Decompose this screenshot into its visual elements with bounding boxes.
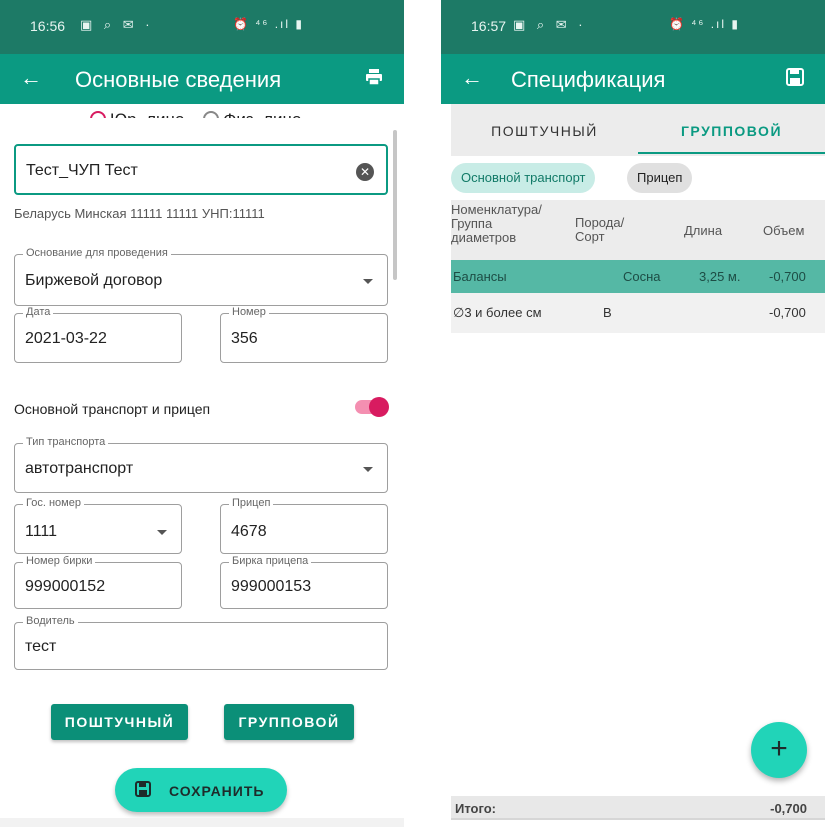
save-icon[interactable]	[785, 67, 805, 87]
save-icon	[135, 781, 151, 797]
header-nomenclature: Номенклатура/ Группа диаметров	[451, 203, 542, 245]
row-volume: -0,700	[769, 269, 806, 284]
date-field[interactable]: Дата 2021-03-22	[14, 306, 182, 363]
trailer-tag-value: 999000153	[231, 578, 312, 595]
right-screen: 16:57 ▣ ⌕ ✉ · ⏰ ⁴⁶ .ıl ▮ ← Спецификация …	[441, 0, 825, 827]
clear-icon[interactable]: ✕	[356, 163, 374, 181]
trailer-tag-field[interactable]: Бирка прицепа 999000153	[220, 555, 388, 609]
piece-button[interactable]: ПОШТУЧНЫЙ	[51, 704, 188, 740]
basis-value: Биржевой договор	[25, 272, 163, 289]
header-length: Длина	[684, 223, 723, 238]
left-screen: 16:56 ▣ ⌕ ✉ · ⏰ ⁴⁶ .ıl ▮ ← Основные свед…	[0, 0, 404, 827]
gov-number-dropdown[interactable]: Гос. номер 1111	[14, 497, 182, 554]
header-volume: Объем	[763, 223, 805, 238]
header-species-line2: Сорт	[575, 229, 605, 244]
entity-type-radio-group: Юр. лицо Физ. лицо	[90, 104, 301, 118]
status-time: 16:57	[471, 18, 507, 34]
driver-value: тест	[25, 638, 57, 655]
tab-indicator	[638, 152, 825, 154]
gov-number-label: Гос. номер	[23, 497, 84, 509]
status-system-icons: ⏰ ⁴⁶ .ıl ▮	[669, 17, 740, 31]
number-field[interactable]: Номер 356	[220, 306, 388, 363]
total-value: -0,700	[770, 801, 807, 816]
driver-label: Водитель	[23, 615, 78, 627]
header-nomenclature-line2: Группа	[451, 216, 493, 231]
trailer-tag-label: Бирка прицепа	[229, 555, 312, 567]
add-icon[interactable]: +	[751, 722, 807, 778]
page-title: Спецификация	[511, 67, 666, 92]
date-label: Дата	[23, 306, 54, 318]
total-bar: Итого: -0,700	[451, 796, 825, 818]
status-notification-icons: ▣ ⌕ ✉ ·	[513, 17, 587, 32]
status-bar: 16:56 ▣ ⌕ ✉ · ⏰ ⁴⁶ .ıl ▮	[0, 0, 404, 54]
chip-trailer[interactable]: Прицеп	[627, 163, 693, 193]
sender-value: Тест_ЧУП Тест	[26, 162, 138, 179]
chevron-down-icon	[363, 467, 373, 472]
status-system-icons: ⏰ ⁴⁶ .ıl ▮	[233, 17, 304, 31]
date-value: 2021-03-22	[25, 330, 107, 347]
table-row[interactable]: ∅3 и более см В -0,700	[451, 293, 825, 333]
row-name: Балансы	[453, 269, 507, 284]
transport-type-dropdown[interactable]: Тип транспорта автотранспорт	[14, 436, 388, 493]
status-time: 16:56	[30, 18, 66, 34]
radio-legal-label: Юр. лицо	[110, 110, 185, 118]
status-notification-icons: ▣ ⌕ ✉ ·	[80, 17, 154, 32]
chevron-down-icon	[363, 279, 373, 284]
radio-legal-entity[interactable]	[90, 111, 106, 118]
scrollbar[interactable]	[393, 130, 397, 280]
trailer-field[interactable]: Прицеп 4678	[220, 497, 388, 554]
transport-toggle[interactable]	[355, 397, 389, 417]
trailer-label: Прицеп	[229, 497, 274, 509]
basis-dropdown[interactable]: Основание для проведения Биржевой догово…	[14, 247, 388, 306]
header-nomenclature-line1: Номенклатура/	[451, 202, 542, 217]
row-volume: -0,700	[769, 305, 806, 320]
tab-group[interactable]: ГРУППОВОЙ	[638, 104, 825, 156]
app-bar: ← Основные сведения	[0, 54, 404, 104]
basis-label: Основание для проведения	[23, 247, 171, 259]
back-arrow-icon[interactable]: ←	[20, 65, 42, 91]
group-button[interactable]: ГРУППОВОЙ	[224, 704, 354, 740]
driver-field[interactable]: Водитель тест	[14, 615, 388, 670]
spec-table: Номенклатура/ Группа диаметров Порода/ С…	[451, 200, 825, 333]
sender-field[interactable]: Тест_ЧУП Тест ✕	[14, 144, 388, 195]
header-nomenclature-line3: диаметров	[451, 230, 517, 245]
number-label: Номер	[229, 306, 269, 318]
bottom-strip	[0, 818, 404, 827]
table-row[interactable]: Балансы Сосна 3,25 м. -0,700	[451, 260, 825, 293]
transport-type-label: Тип транспорта	[23, 436, 109, 448]
row-species: В	[603, 305, 612, 320]
tag-number-value: 999000152	[25, 578, 106, 595]
tag-number-label: Номер бирки	[23, 555, 96, 567]
row-length: 3,25 м.	[699, 269, 741, 284]
chevron-down-icon	[157, 530, 167, 535]
table-header: Номенклатура/ Группа диаметров Порода/ С…	[451, 200, 825, 260]
row-species: Сосна	[623, 269, 661, 284]
radio-individual[interactable]	[203, 111, 220, 118]
tag-number-field[interactable]: Номер бирки 999000152	[14, 555, 182, 609]
gov-number-value: 1111	[25, 523, 58, 540]
trailer-value: 4678	[231, 523, 267, 540]
radio-individual-label: Физ. лицо	[223, 110, 301, 118]
transport-type-value: автотранспорт	[25, 460, 134, 477]
row-name: ∅3 и более см	[453, 305, 542, 320]
back-arrow-icon[interactable]: ←	[461, 65, 483, 91]
header-species-line1: Порода/	[575, 215, 625, 230]
number-value: 356	[231, 330, 258, 347]
tab-piece[interactable]: ПОШТУЧНЫЙ	[451, 104, 638, 156]
chip-main-transport[interactable]: Основной транспорт	[451, 163, 596, 193]
print-icon[interactable]	[364, 67, 384, 87]
tab-bar: ПОШТУЧНЫЙ ГРУППОВОЙ	[451, 104, 825, 156]
page-title: Основные сведения	[75, 67, 282, 92]
save-label: СОХРАНИТЬ	[169, 783, 265, 799]
status-bar: 16:57 ▣ ⌕ ✉ · ⏰ ⁴⁶ .ıl ▮	[441, 0, 825, 54]
total-label: Итого:	[455, 801, 496, 816]
divider	[451, 818, 825, 820]
toggle-knob	[369, 397, 389, 417]
save-button[interactable]: СОХРАНИТЬ	[115, 768, 287, 812]
app-bar: ← Спецификация	[441, 54, 825, 104]
header-species: Порода/ Сорт	[575, 216, 624, 244]
transport-section-label: Основной транспорт и прицеп	[14, 401, 211, 417]
sender-details: Беларусь Минская 11111 11111 УНП:11111	[14, 206, 265, 221]
